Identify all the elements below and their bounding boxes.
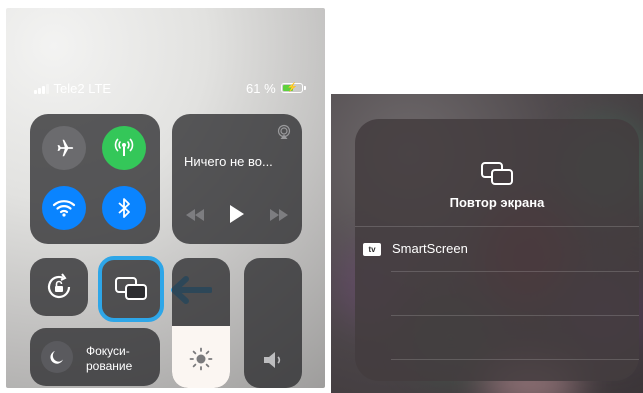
carrier-label: Tele2 LTE [53,80,112,96]
divider [391,359,639,360]
now-playing-module[interactable]: Ничего не во... [172,114,302,244]
brightness-slider[interactable] [172,258,230,388]
signal-strength-icon [34,83,49,94]
screen-mirroring-sheet: Повтор экрана tv SmartScreen [355,119,639,381]
airplay-icon[interactable] [276,124,292,140]
screen-mirroring-icon [481,162,513,185]
control-center-panel: Tele2 LTE 61 % ⚡ Ничего не во... Фокуси-… [6,8,325,388]
cellular-data-button[interactable] [102,126,146,170]
battery-icon: ⚡ [280,82,306,93]
sheet-title: Повтор экрана [449,195,545,210]
brightness-icon [189,347,213,371]
rotation-lock-icon [47,273,71,299]
screen-mirroring-panel: Повтор экрана tv SmartScreen [331,94,643,393]
status-bar-battery: 61 % ⚡ [246,80,306,96]
battery-percent: 61 % [246,80,276,96]
now-playing-title: Ничего не во... [184,154,273,169]
wifi-icon [52,200,76,217]
divider [391,271,639,272]
speaker-icon [264,352,281,368]
play-icon[interactable] [228,205,244,223]
moon-icon [41,341,73,373]
connectivity-module [30,114,160,244]
cellular-antenna-icon [114,138,134,156]
orientation-lock-button[interactable] [30,258,88,316]
screen-mirroring-icon [115,277,147,300]
bluetooth-icon [118,198,130,218]
device-name: SmartScreen [392,241,468,256]
wifi-button[interactable] [42,186,86,230]
fast-forward-icon[interactable] [270,209,288,221]
volume-slider[interactable] [244,258,302,388]
divider [391,315,639,316]
screen-mirroring-button[interactable] [98,256,164,322]
airplane-icon [57,139,74,157]
focus-mode-button[interactable]: Фокуси- рование [30,328,160,386]
rewind-icon[interactable] [186,209,204,221]
airplane-mode-button[interactable] [42,126,86,170]
bluetooth-button[interactable] [102,186,146,230]
apple-tv-icon: tv [363,243,381,256]
device-list-item[interactable]: tv SmartScreen [355,227,639,271]
focus-mode-label: Фокуси- рование [86,344,133,373]
status-bar-carrier: Tele2 LTE [34,80,111,96]
